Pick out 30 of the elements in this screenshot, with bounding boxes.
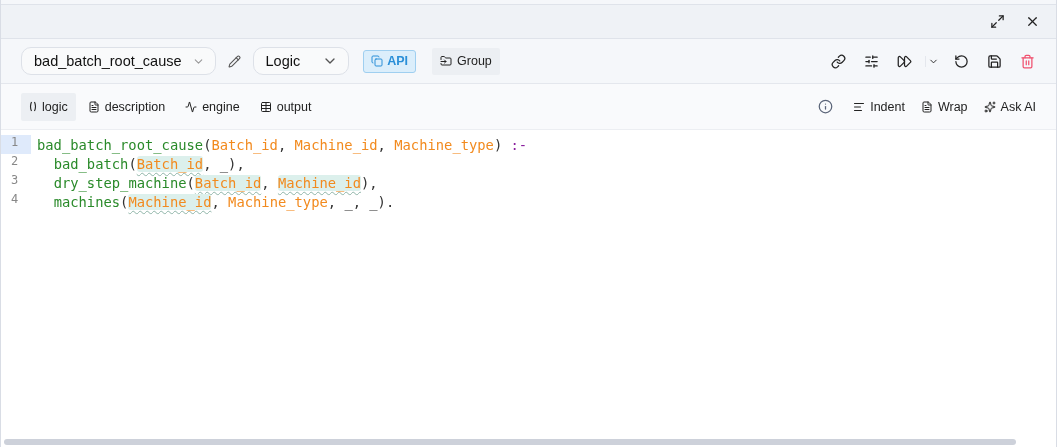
indent-button[interactable]: Indent — [847, 99, 911, 114]
document-icon — [920, 100, 933, 113]
code-line: bad_batch_root_cause(Batch_id, Machine_id, Machine_type) :- — [36, 136, 528, 153]
group-button[interactable]: Group — [432, 47, 500, 75]
table-icon — [259, 100, 272, 113]
scrollbar[interactable] — [4, 439, 1016, 445]
folder-icon — [440, 55, 453, 67]
pulse-icon — [185, 100, 198, 113]
line-number: 1 — [1, 135, 31, 154]
wrap-button[interactable]: Wrap — [914, 99, 974, 114]
type-select[interactable]: Logic — [252, 47, 350, 75]
tab[interactable]: output — [251, 92, 320, 121]
indent-icon — [853, 100, 866, 113]
document-icon — [87, 100, 100, 113]
line-number: 2 — [10, 154, 20, 170]
expand-icon — [990, 14, 1005, 29]
line-number: 3 — [10, 173, 20, 189]
tab[interactable]: engine — [177, 92, 248, 121]
code-line: bad_batch(Batch_id, _), — [52, 155, 245, 172]
close-icon — [1025, 14, 1040, 29]
line-number: 4 — [10, 192, 20, 208]
tab[interactable]: description — [79, 92, 174, 121]
tab[interactable]: logic — [21, 92, 76, 121]
sparkle-icon — [983, 100, 996, 113]
code-line: dry_step_machine(Batch_id, Machine_id), — [52, 174, 378, 191]
name-select[interactable]: bad_batch_root_cause — [21, 47, 216, 75]
braces-icon — [29, 101, 37, 112]
ai-button[interactable]: Ask AI — [977, 99, 1042, 114]
copy-icon — [371, 55, 384, 67]
code-line: machines(Machine_id, Machine_type, _, _). — [52, 193, 395, 210]
